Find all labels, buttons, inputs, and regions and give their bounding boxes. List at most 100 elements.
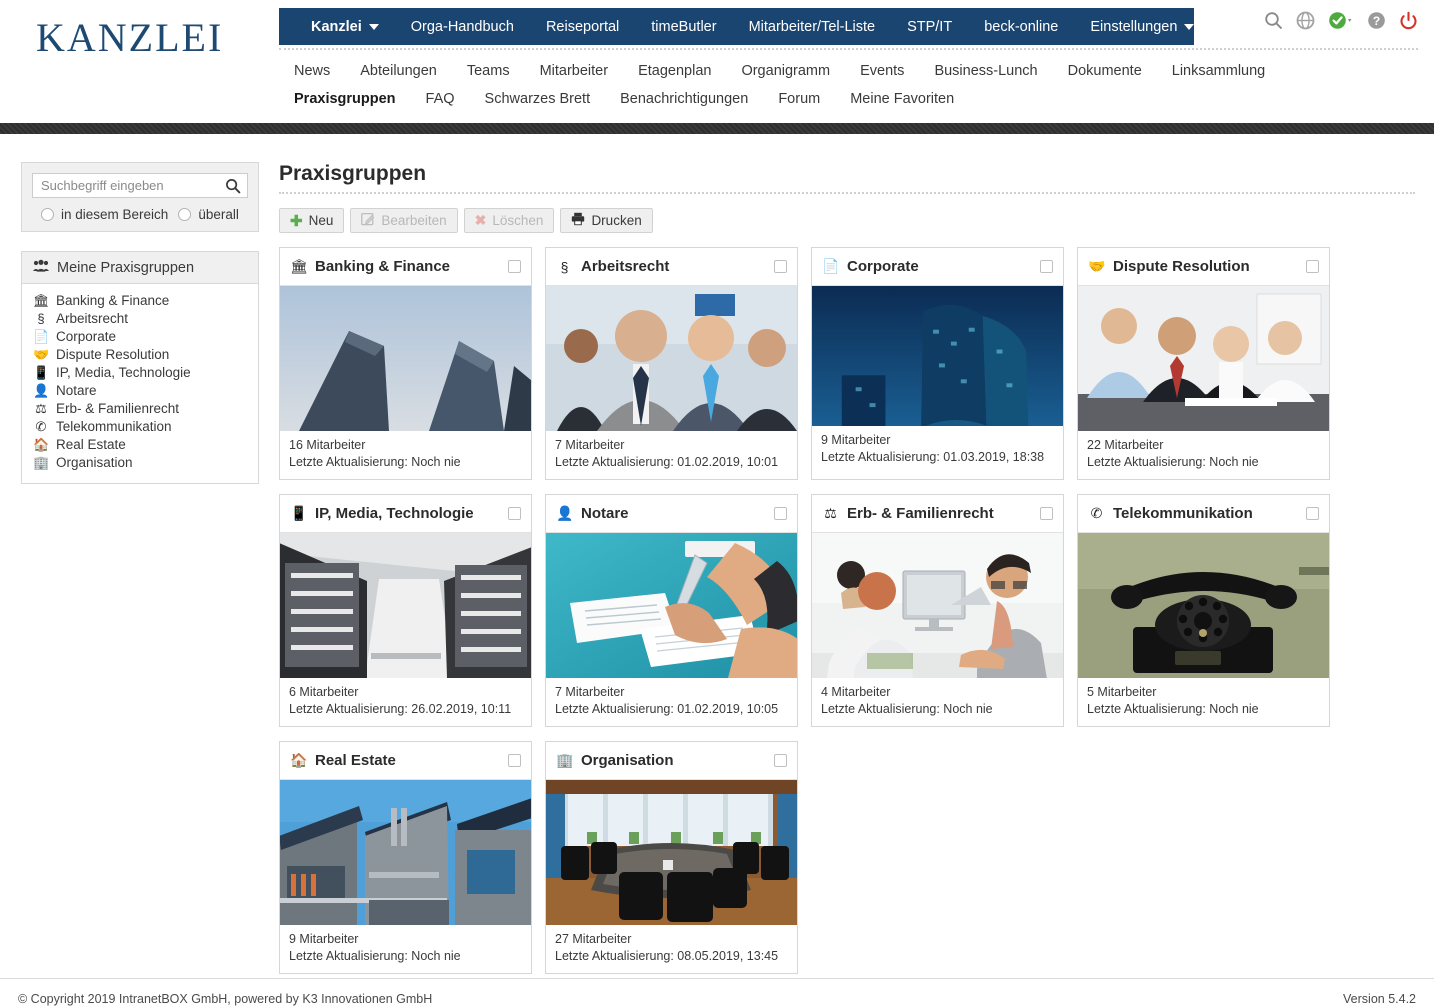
practice-group-card[interactable]: 📱 IP, Media, Technologie 6 Mitarbeiter Let… [279,494,532,727]
card-footer: 7 Mitarbeiter Letzte Aktualisierung: 01.0… [546,431,797,479]
chevron-down-icon [368,23,379,30]
card-image [1078,533,1329,678]
card-title: Banking & Finance [315,258,451,275]
practice-group-card[interactable]: 📄 Corporate 9 Mitarbeiter Letzte Aktualisi… [811,247,1064,480]
nav-item-meine-favoriten[interactable]: Meine Favoriten [835,91,969,107]
nav-item-faq[interactable]: FAQ [411,91,470,107]
sidebar-item-real-estate[interactable]: 🏠 Real Estate [33,436,247,454]
practice-group-card-grid: 🏛 Banking & Finance 16 Mitarbeiter Letzte … [279,247,1415,974]
bearbeiten-button: Bearbeiten [350,208,458,233]
sidebar-item-ip-media-technologie[interactable]: 📱 IP, Media, Technologie [33,364,247,382]
nav-item-schwarzes-brett[interactable]: Schwarzes Brett [470,91,606,107]
nav-item-organigramm[interactable]: Organigramm [726,63,845,79]
card-image [546,286,797,431]
practice-group-card[interactable]: 🤝 Dispute Resolution 22 Mitarbeiter Letzte… [1077,247,1330,480]
card-select-checkbox[interactable] [508,754,521,767]
nav-item-praxisgruppen[interactable]: Praxisgruppen [279,91,411,107]
card-select-checkbox[interactable] [774,507,787,520]
topbar-item-reiseportal[interactable]: Reiseportal [530,19,635,35]
card-select-checkbox[interactable] [1040,260,1053,273]
search-submit-icon[interactable] [225,178,241,194]
card-select-checkbox[interactable] [1306,260,1319,273]
practice-group-card[interactable]: ⚖ Erb- & Familienrecht 4 Mitarbeiter Letzt… [811,494,1064,727]
radio-in-diesem-bereich[interactable]: in diesem Bereich [41,207,168,222]
sidebar-item-label: Corporate [56,329,117,344]
footer-copyright: © Copyright 2019 IntranetBOX GmbH, power… [18,991,433,1006]
topbar-item-beck-online[interactable]: beck-online [968,19,1074,35]
nav-row-1: News Abteilungen Teams Mitarbeiter Etagenpla… [279,57,1419,85]
practice-group-card[interactable]: 👤 Notare 7 Mitarbeiter Letzte Aktualisieru… [545,494,798,727]
edit-icon [361,212,375,229]
topbar-item-orga-handbuch[interactable]: Orga-Handbuch [395,19,530,35]
nav-item-abteilungen[interactable]: Abteilungen [345,63,452,79]
header-texture-band [0,123,1434,134]
card-header: 🤝 Dispute Resolution [1078,248,1329,286]
card-select-checkbox[interactable] [774,260,787,273]
drucken-button[interactable]: Drucken [560,208,653,233]
practice-group-card[interactable]: § Arbeitsrecht 7 Mitarbeiter Letzte Aktual… [545,247,798,480]
practice-group-card[interactable]: 🏛 Banking & Finance 16 Mitarbeiter Letzte … [279,247,532,480]
nav-item-forum[interactable]: Forum [763,91,835,107]
nav-item-events[interactable]: Events [845,63,919,79]
neu-button[interactable]: ✚ Neu [279,208,345,233]
practice-group-card[interactable]: 🏢 Organisation 27 Mitarbeiter Letzte Aktua… [545,741,798,974]
topbar-item-einstellungen[interactable]: Einstellungen [1074,19,1210,35]
nav-item-dokumente[interactable]: Dokumente [1053,63,1157,79]
practice-group-card[interactable]: ✆ Telekommunikation 5 Mitarbeiter Letzte A… [1077,494,1330,727]
nav-item-linksammlung[interactable]: Linksammlung [1157,63,1281,79]
plus-icon: ✚ [290,212,303,230]
nav-item-business-lunch[interactable]: Business-Lunch [919,63,1052,79]
nav-item-news[interactable]: News [279,63,345,79]
help-icon[interactable]: ? [1367,11,1386,35]
card-title: Organisation [581,752,674,769]
radio-dot[interactable] [178,208,192,221]
card-member-count: 22 Mitarbeiter [1087,438,1164,452]
practice-group-icon: ✆ [1090,505,1103,521]
topbar-item-timebutler[interactable]: timeButler [635,19,732,35]
card-select-checkbox[interactable] [508,260,521,273]
button-label: Drucken [591,213,642,228]
card-select-checkbox[interactable] [1040,507,1053,520]
nav-item-benachrichtigungen[interactable]: Benachrichtigungen [605,91,763,107]
card-image [546,780,797,925]
globe-icon[interactable] [1296,11,1315,35]
sidebar-item-erb-familienrecht[interactable]: ⚖ Erb- & Familienrecht [33,400,247,418]
topbar-item-kanzlei[interactable]: Kanzlei [295,19,395,35]
power-icon[interactable] [1399,11,1418,35]
nav-item-mitarbeiter[interactable]: Mitarbeiter [525,63,624,79]
sidebar-item-dispute-resolution[interactable]: 🤝 Dispute Resolution [33,346,247,364]
topbar-item-mitarbeiter-tel-liste[interactable]: Mitarbeiter/Tel-Liste [733,19,892,35]
card-last-updated: Letzte Aktualisierung: Noch nie [1087,702,1259,716]
practice-group-icon: § [37,311,45,326]
group-icon [33,259,49,276]
status-check-icon[interactable] [1328,11,1354,35]
topbar-item-label: Einstellungen [1090,18,1178,35]
search-input[interactable] [39,177,225,194]
button-label: Bearbeiten [381,213,447,228]
radio-ueberall[interactable]: überall [178,207,239,222]
sidebar-item-corporate[interactable]: 📄 Corporate [33,328,247,346]
sidebar-item-label: Banking & Finance [56,293,170,308]
search-icon[interactable] [1264,11,1283,35]
card-select-checkbox[interactable] [774,754,787,767]
search-field[interactable] [32,173,248,198]
nav-item-etagenplan[interactable]: Etagenplan [623,63,726,79]
sidebar-item-organisation[interactable]: 🏢 Organisation [33,454,247,472]
practice-group-icon: 📄 [33,329,50,344]
sidebar-item-banking-finance[interactable]: 🏛 Banking & Finance [33,292,247,310]
radio-dot[interactable] [41,208,54,221]
page-title: Praxisgruppen [279,162,427,185]
sidebar-item-arbeitsrecht[interactable]: § Arbeitsrecht [33,310,247,328]
topbar-item-stp-it[interactable]: STP/IT [891,19,968,35]
button-label: Neu [308,213,334,228]
practice-group-card[interactable]: 🏠 Real Estate 9 Mitarbeiter Letzte Aktuali… [279,741,532,974]
card-select-checkbox[interactable] [508,507,521,520]
card-last-updated: Letzte Aktualisierung: 01.02.2019, 10:05 [555,702,779,716]
card-footer: 9 Mitarbeiter Letzte Aktualisierung: Noch… [280,925,531,973]
practice-group-icon: 👤 [556,505,574,521]
nav-item-teams[interactable]: Teams [452,63,525,79]
card-select-checkbox[interactable] [1306,507,1319,520]
sidebar-item-notare[interactable]: 👤 Notare [33,382,247,400]
card-image [280,533,531,678]
sidebar-item-telekommunikation[interactable]: ✆ Telekommunikation [33,418,247,436]
